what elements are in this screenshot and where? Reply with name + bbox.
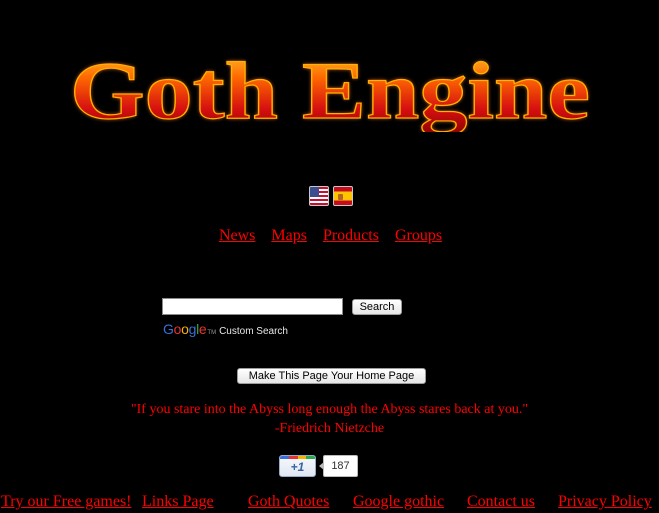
footer-link-google-gothic[interactable]: Google gothic: [353, 493, 444, 511]
spain-flag-icon[interactable]: [333, 186, 353, 206]
search-input[interactable]: [162, 298, 343, 315]
nav-link-news[interactable]: News: [219, 227, 255, 245]
footer-link-goth-quotes[interactable]: Goth Quotes: [248, 493, 329, 511]
plusone-count: 187: [319, 455, 358, 477]
make-homepage-button[interactable]: Make This Page Your Home Page: [237, 368, 426, 384]
quote-author: -Friedrich Nietzche: [274, 421, 385, 436]
language-selector: [309, 186, 353, 206]
google-custom-search-brand: Google TM Custom Search: [163, 321, 288, 337]
footer-links: Try our Free games! Links Page Goth Quot…: [0, 493, 659, 513]
footer-link-links-page[interactable]: Links Page: [142, 493, 214, 511]
trademark-mark: TM: [207, 330, 217, 336]
footer-link-free-games[interactable]: Try our Free games!: [1, 493, 132, 511]
nav-link-products[interactable]: Products: [323, 227, 379, 245]
nav-link-maps[interactable]: Maps: [271, 227, 307, 245]
main-nav: News Maps Products Groups: [0, 227, 659, 245]
custom-search-label: Custom Search: [219, 326, 288, 337]
us-flag-icon[interactable]: [309, 186, 329, 206]
search-button[interactable]: Search: [352, 299, 402, 315]
footer-link-contact-us[interactable]: Contact us: [467, 493, 535, 511]
logo-text: Goth Engine: [70, 45, 590, 132]
quote-text: "If you stare into the Abyss long enough…: [130, 402, 529, 417]
goth-engine-logo: Goth Engine Goth Engine: [69, 44, 590, 132]
plusone-button[interactable]: +1: [279, 455, 316, 477]
google-logo: Google: [163, 321, 207, 337]
plusone-label: +1: [290, 460, 305, 474]
plusone-color-bar: [280, 456, 315, 459]
footer-link-privacy-policy[interactable]: Privacy Policy: [558, 493, 652, 511]
nav-link-groups[interactable]: Groups: [395, 227, 442, 245]
